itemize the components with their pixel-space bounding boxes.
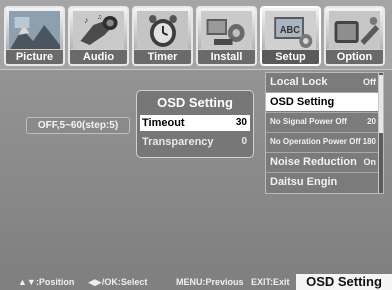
tab-label: Picture: [6, 49, 63, 64]
tab-label: Setup: [262, 49, 319, 64]
submenu-scrollbar[interactable]: [378, 73, 383, 193]
svg-text:♫: ♫: [97, 14, 102, 21]
picture-icon: [9, 11, 60, 51]
submenu-item-value: 180: [362, 137, 376, 146]
submenu-item-daitsu-engin[interactable]: Daitsu Engin: [266, 173, 379, 191]
submenu-item-value: Off: [363, 77, 376, 87]
tv-osd-screen: Picture ♪ ♫ Audio Timer Install ABC Setu…: [0, 0, 392, 290]
osd-row-timeout[interactable]: Timeout 30: [140, 115, 250, 131]
audio-icon: ♪ ♫: [73, 11, 124, 51]
row-value: 0: [241, 136, 247, 147]
help-bar: ▲▼:Position ◀▶/OK:Select MENU:Previous E…: [0, 274, 296, 290]
osd-row-transparency[interactable]: Transparency 0: [140, 134, 250, 150]
submenu-item-osd-setting[interactable]: OSD Setting: [266, 93, 379, 111]
row-label: Timeout: [142, 117, 185, 129]
submenu-item-label: No Signal Power Off: [270, 117, 347, 126]
install-icon: [201, 11, 252, 51]
setup-icon: ABC: [265, 11, 316, 51]
row-label: Transparency: [142, 136, 214, 148]
tab-audio[interactable]: ♪ ♫ Audio: [68, 6, 129, 66]
submenu-item-label: Noise Reduction: [270, 156, 357, 168]
help-position: ▲▼:Position: [18, 277, 75, 287]
submenu-item-value: 20: [367, 117, 376, 126]
submenu-item-value: On: [363, 157, 377, 167]
help-previous: MENU:Previous: [176, 277, 244, 287]
tab-timer[interactable]: Timer: [132, 6, 193, 66]
range-hint: OFF,5~60(step:5): [26, 117, 130, 134]
timer-icon: [137, 11, 188, 51]
scrollbar-thumb[interactable]: [379, 75, 383, 133]
current-menu-title: OSD Setting: [296, 274, 392, 290]
tab-picture[interactable]: Picture: [4, 6, 65, 66]
svg-text:♪: ♪: [84, 15, 88, 25]
submenu-item-label: OSD Setting: [270, 96, 335, 108]
submenu-item-label: Local Lock: [270, 76, 328, 88]
submenu-item-label: Daitsu Engin: [270, 176, 338, 188]
submenu-item-local-lock[interactable]: Local Lock Off: [266, 73, 379, 91]
tab-option[interactable]: Option: [324, 6, 385, 66]
setup-submenu: Local Lock Off OSD Setting No Signal Pow…: [265, 72, 384, 194]
tab-label: Install: [198, 49, 255, 64]
help-exit: EXIT:Exit: [251, 277, 290, 287]
row-value: 30: [235, 117, 247, 128]
tab-label: Timer: [134, 49, 191, 64]
main-menu-tabs: Picture ♪ ♫ Audio Timer Install ABC Setu…: [0, 0, 392, 70]
help-select: ◀▶/OK:Select: [88, 277, 148, 287]
submenu-item-label: No Operation Power Off: [270, 137, 361, 146]
osd-setting-panel: OSD Setting Timeout 30 Transparency 0: [136, 90, 254, 158]
svg-text:ABC: ABC: [280, 25, 300, 36]
option-icon: [329, 11, 380, 51]
tab-label: Audio: [70, 49, 127, 64]
tab-install[interactable]: Install: [196, 6, 257, 66]
submenu-item-no-operation-power-off[interactable]: No Operation Power Off 180: [266, 133, 379, 151]
tab-label: Option: [326, 49, 383, 64]
tab-setup[interactable]: ABC Setup: [260, 6, 321, 66]
submenu-item-noise-reduction[interactable]: Noise Reduction On: [266, 153, 379, 171]
submenu-item-no-signal-power-off[interactable]: No Signal Power Off 20: [266, 113, 379, 131]
panel-title: OSD Setting: [157, 95, 233, 110]
